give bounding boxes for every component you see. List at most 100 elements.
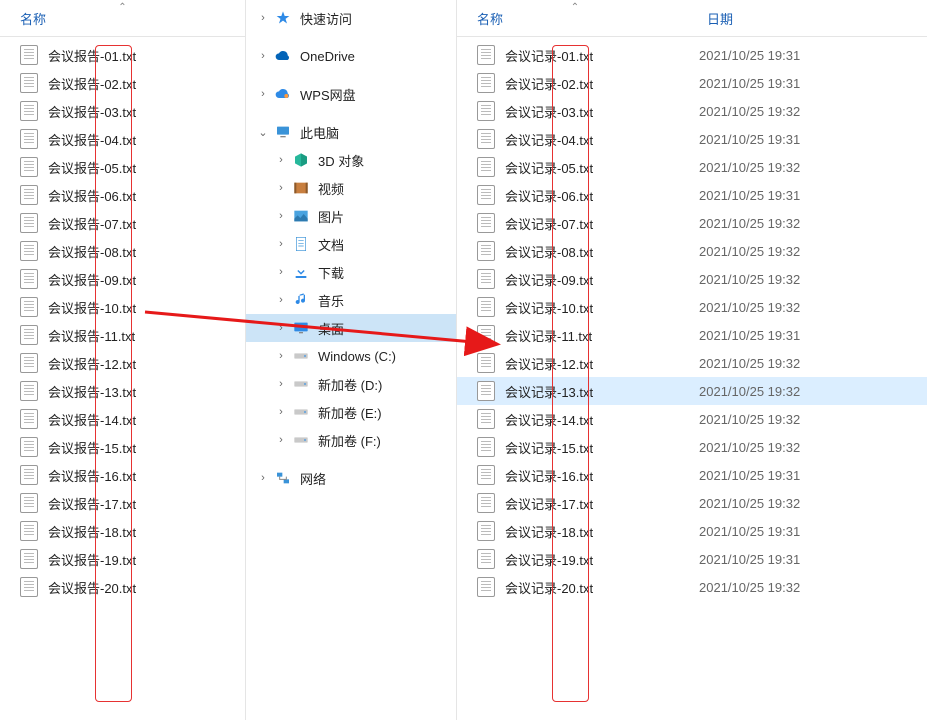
file-row[interactable]: 会议记录-09.txt2021/10/25 19:32 xyxy=(457,265,927,293)
chevron-icon[interactable]: › xyxy=(274,322,288,334)
nav-item-drive[interactable]: ›新加卷 (D:) xyxy=(246,370,456,398)
file-row[interactable]: 会议报告-08.txt xyxy=(0,237,245,265)
file-row[interactable]: 会议记录-16.txt2021/10/25 19:31 xyxy=(457,461,927,489)
nav-item-drive[interactable]: ›新加卷 (F:) xyxy=(246,426,456,454)
nav-item-cloud[interactable]: ›OneDrive xyxy=(246,42,456,70)
chevron-icon[interactable]: › xyxy=(274,154,288,166)
file-row[interactable]: 会议记录-04.txt2021/10/25 19:31 xyxy=(457,125,927,153)
text-file-icon xyxy=(20,269,38,289)
file-row[interactable]: 会议记录-11.txt2021/10/25 19:31 xyxy=(457,321,927,349)
download-icon xyxy=(292,264,310,280)
right-file-list: 会议记录-01.txt2021/10/25 19:31会议记录-02.txt20… xyxy=(457,37,927,601)
chevron-icon[interactable]: › xyxy=(256,50,270,62)
nav-item-star[interactable]: ›快速访问 xyxy=(246,4,456,32)
file-row[interactable]: 会议报告-05.txt xyxy=(0,153,245,181)
file-row[interactable]: 会议记录-02.txt2021/10/25 19:31 xyxy=(457,69,927,97)
file-name: 会议记录-20.txt xyxy=(505,578,699,597)
file-row[interactable]: 会议报告-02.txt xyxy=(0,69,245,97)
nav-label: 图片 xyxy=(318,207,344,226)
chevron-icon[interactable]: › xyxy=(274,182,288,194)
chevron-icon[interactable]: › xyxy=(274,434,288,446)
text-file-icon xyxy=(477,213,495,233)
file-row[interactable]: 会议记录-18.txt2021/10/25 19:31 xyxy=(457,517,927,545)
file-row[interactable]: 会议记录-10.txt2021/10/25 19:32 xyxy=(457,293,927,321)
nav-item-wps[interactable]: ›WPS网盘 xyxy=(246,80,456,108)
column-date-header[interactable]: 日期 xyxy=(707,9,907,28)
nav-item-network[interactable]: ›网络 xyxy=(246,464,456,492)
file-row[interactable]: 会议报告-07.txt xyxy=(0,209,245,237)
file-name: 会议报告-01.txt xyxy=(48,46,136,65)
file-row[interactable]: 会议报告-20.txt xyxy=(0,573,245,601)
pc-icon xyxy=(274,124,292,140)
right-column-header[interactable]: ⌃ 名称 日期 xyxy=(457,0,927,37)
chevron-icon[interactable]: › xyxy=(256,12,270,24)
file-row[interactable]: 会议记录-17.txt2021/10/25 19:32 xyxy=(457,489,927,517)
chevron-icon[interactable]: › xyxy=(256,472,270,484)
sort-indicator-icon: ⌃ xyxy=(571,2,579,13)
file-row[interactable]: 会议报告-11.txt xyxy=(0,321,245,349)
nav-label: 此电脑 xyxy=(300,123,339,142)
file-row[interactable]: 会议记录-13.txt2021/10/25 19:32 xyxy=(457,377,927,405)
file-row[interactable]: 会议报告-16.txt xyxy=(0,461,245,489)
file-row[interactable]: 会议记录-20.txt2021/10/25 19:32 xyxy=(457,573,927,601)
chevron-icon[interactable]: › xyxy=(274,406,288,418)
star-icon xyxy=(274,10,292,26)
file-row[interactable]: 会议报告-09.txt xyxy=(0,265,245,293)
file-row[interactable]: 会议报告-01.txt xyxy=(0,41,245,69)
file-row[interactable]: 会议记录-01.txt2021/10/25 19:31 xyxy=(457,41,927,69)
column-name-header[interactable]: 名称 xyxy=(20,9,46,28)
nav-item-video[interactable]: ›视频 xyxy=(246,174,456,202)
chevron-icon[interactable]: › xyxy=(274,378,288,390)
nav-item-drive[interactable]: ›新加卷 (E:) xyxy=(246,398,456,426)
nav-item-download[interactable]: ›下载 xyxy=(246,258,456,286)
left-file-panel: ⌃ 名称 会议报告-01.txt会议报告-02.txt会议报告-03.txt会议… xyxy=(0,0,246,720)
nav-item-pc[interactable]: ⌄ 此电脑 xyxy=(246,118,456,146)
file-row[interactable]: 会议报告-14.txt xyxy=(0,405,245,433)
file-row[interactable]: 会议报告-15.txt xyxy=(0,433,245,461)
nav-item-cube[interactable]: ›3D 对象 xyxy=(246,146,456,174)
file-date: 2021/10/25 19:32 xyxy=(699,384,800,399)
text-file-icon xyxy=(20,409,38,429)
file-name: 会议记录-16.txt xyxy=(505,466,699,485)
file-row[interactable]: 会议报告-03.txt xyxy=(0,97,245,125)
chevron-icon[interactable]: ⌄ xyxy=(256,126,270,139)
file-name: 会议报告-11.txt xyxy=(48,326,135,345)
file-row[interactable]: 会议报告-13.txt xyxy=(0,377,245,405)
nav-item-desktop[interactable]: ›桌面 xyxy=(246,314,456,342)
column-name-header[interactable]: 名称 xyxy=(477,9,707,28)
file-row[interactable]: 会议记录-03.txt2021/10/25 19:32 xyxy=(457,97,927,125)
text-file-icon xyxy=(477,465,495,485)
file-name: 会议报告-06.txt xyxy=(48,186,136,205)
file-row[interactable]: 会议报告-18.txt xyxy=(0,517,245,545)
file-row[interactable]: 会议报告-06.txt xyxy=(0,181,245,209)
chevron-icon[interactable]: › xyxy=(256,88,270,100)
file-row[interactable]: 会议报告-17.txt xyxy=(0,489,245,517)
text-file-icon xyxy=(20,45,38,65)
file-row[interactable]: 会议报告-12.txt xyxy=(0,349,245,377)
nav-item-doc[interactable]: ›文档 xyxy=(246,230,456,258)
file-row[interactable]: 会议记录-08.txt2021/10/25 19:32 xyxy=(457,237,927,265)
left-column-header[interactable]: ⌃ 名称 xyxy=(0,0,245,37)
chevron-icon[interactable]: › xyxy=(274,266,288,278)
file-row[interactable]: 会议记录-14.txt2021/10/25 19:32 xyxy=(457,405,927,433)
file-row[interactable]: 会议报告-19.txt xyxy=(0,545,245,573)
file-name: 会议报告-10.txt xyxy=(48,298,136,317)
chevron-icon[interactable]: › xyxy=(274,238,288,250)
file-row[interactable]: 会议记录-15.txt2021/10/25 19:32 xyxy=(457,433,927,461)
file-row[interactable]: 会议记录-12.txt2021/10/25 19:32 xyxy=(457,349,927,377)
file-row[interactable]: 会议报告-04.txt xyxy=(0,125,245,153)
file-name: 会议记录-02.txt xyxy=(505,74,699,93)
nav-item-music[interactable]: ›音乐 xyxy=(246,286,456,314)
file-row[interactable]: 会议报告-10.txt xyxy=(0,293,245,321)
chevron-icon[interactable]: › xyxy=(274,210,288,222)
nav-item-image[interactable]: › 图片 xyxy=(246,202,456,230)
file-row[interactable]: 会议记录-05.txt2021/10/25 19:32 xyxy=(457,153,927,181)
chevron-icon[interactable]: › xyxy=(274,294,288,306)
text-file-icon xyxy=(20,325,38,345)
file-row[interactable]: 会议记录-06.txt2021/10/25 19:31 xyxy=(457,181,927,209)
chevron-icon[interactable]: › xyxy=(274,350,288,362)
text-file-icon xyxy=(20,493,38,513)
nav-item-drive[interactable]: ›Windows (C:) xyxy=(246,342,456,370)
file-row[interactable]: 会议记录-19.txt2021/10/25 19:31 xyxy=(457,545,927,573)
file-row[interactable]: 会议记录-07.txt2021/10/25 19:32 xyxy=(457,209,927,237)
